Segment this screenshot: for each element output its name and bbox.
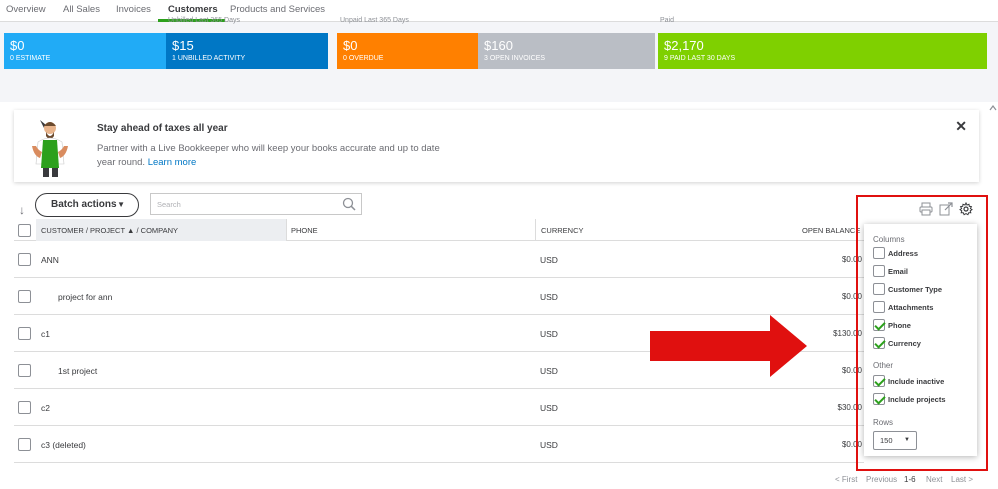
table-header: CUSTOMER / PROJECT ▲ / COMPANY PHONE CUR… bbox=[14, 219, 864, 241]
customer-name[interactable]: ANN bbox=[41, 255, 59, 265]
banner-title: Stay ahead of taxes all year bbox=[97, 123, 228, 134]
currency-cell: USD bbox=[540, 403, 558, 413]
tile-subtitle: 1 UNBILLED ACTIVITY bbox=[172, 55, 246, 62]
first-page-link[interactable]: < First bbox=[835, 475, 857, 484]
table-row[interactable]: ANN USD $0.00 bbox=[14, 241, 864, 278]
tile-amount: $0 bbox=[343, 38, 358, 53]
row-checkbox[interactable] bbox=[18, 253, 31, 266]
sort-arrow-icon[interactable]: ↓ bbox=[19, 203, 25, 217]
select-all-checkbox[interactable] bbox=[18, 224, 31, 237]
previous-page-link[interactable]: Previous bbox=[866, 475, 897, 484]
tile-amount: $0 bbox=[10, 38, 25, 53]
promo-banner: Stay ahead of taxes all year Partner wit… bbox=[14, 110, 979, 182]
table-row[interactable]: c3 (deleted) USD $0.00 bbox=[14, 426, 864, 463]
currency-cell: USD bbox=[540, 255, 558, 265]
tile-amount: $15 bbox=[172, 38, 194, 53]
tile-subtitle: 0 ESTIMATE bbox=[10, 55, 51, 62]
currency-cell: USD bbox=[540, 440, 558, 450]
tile-subtitle: 0 OVERDUE bbox=[343, 55, 384, 62]
sales-tabs: Overview All Sales Invoices Customers Pr… bbox=[0, 0, 998, 22]
tab-customers[interactable]: Customers bbox=[168, 4, 218, 15]
column-header-currency[interactable]: CURRENCY bbox=[541, 226, 584, 235]
customer-name[interactable]: c2 bbox=[41, 403, 50, 413]
row-checkbox[interactable] bbox=[18, 327, 31, 340]
customer-name[interactable]: c3 (deleted) bbox=[41, 440, 86, 450]
customer-name[interactable]: project for ann bbox=[58, 292, 112, 302]
red-highlight-box bbox=[856, 195, 988, 471]
tile-amount: $160 bbox=[484, 38, 513, 53]
search-input[interactable] bbox=[151, 194, 331, 215]
unbilled-label: Unbilled Last 365 Days bbox=[168, 17, 240, 24]
next-page-link[interactable]: Next bbox=[926, 475, 942, 484]
batch-actions-button[interactable]: Batch actions ▼ bbox=[35, 193, 139, 217]
currency-cell: USD bbox=[540, 329, 558, 339]
estimate-tile[interactable]: $0 0 ESTIMATE bbox=[4, 33, 166, 69]
batch-actions-label: Batch actions bbox=[51, 199, 117, 210]
table-row[interactable]: project for ann USD $0.00 bbox=[14, 278, 864, 315]
tab-products-services[interactable]: Products and Services bbox=[230, 4, 325, 15]
table-row[interactable]: c2 USD $30.00 bbox=[14, 389, 864, 426]
tile-subtitle: 3 OPEN INVOICES bbox=[484, 55, 546, 62]
overdue-tile[interactable]: $0 0 OVERDUE bbox=[337, 33, 478, 69]
customer-name[interactable]: 1st project bbox=[58, 366, 97, 376]
page-range: 1-6 bbox=[904, 475, 916, 484]
column-divider bbox=[535, 219, 536, 241]
last-page-link[interactable]: Last > bbox=[951, 475, 973, 484]
tile-subtitle: 9 PAID LAST 30 DAYS bbox=[664, 55, 736, 62]
column-divider bbox=[286, 219, 287, 241]
tab-invoices[interactable]: Invoices bbox=[116, 4, 151, 15]
search-box bbox=[150, 193, 362, 215]
unbilled-tile[interactable]: $15 1 UNBILLED ACTIVITY bbox=[166, 33, 328, 69]
open-invoices-tile[interactable]: $160 3 OPEN INVOICES bbox=[478, 33, 655, 69]
customer-name[interactable]: c1 bbox=[41, 329, 50, 339]
caret-down-icon: ▼ bbox=[117, 200, 125, 209]
tab-overview[interactable]: Overview bbox=[6, 4, 46, 15]
learn-more-link[interactable]: Learn more bbox=[148, 157, 197, 168]
row-checkbox[interactable] bbox=[18, 438, 31, 451]
scroll-up-icon[interactable] bbox=[988, 101, 998, 115]
close-icon[interactable]: ✕ bbox=[955, 118, 967, 135]
paid-tile[interactable]: $2,170 9 PAID LAST 30 DAYS bbox=[658, 33, 987, 69]
column-header-open-balance[interactable]: OPEN BALANCE bbox=[802, 226, 860, 235]
unpaid-label: Unpaid Last 365 Days bbox=[340, 17, 409, 24]
bookkeeper-illustration bbox=[32, 120, 68, 177]
row-checkbox[interactable] bbox=[18, 290, 31, 303]
search-icon[interactable] bbox=[342, 197, 356, 211]
currency-cell: USD bbox=[540, 366, 558, 376]
row-checkbox[interactable] bbox=[18, 401, 31, 414]
tab-all-sales[interactable]: All Sales bbox=[63, 4, 100, 15]
tile-amount: $2,170 bbox=[664, 38, 704, 53]
column-header-customer[interactable]: CUSTOMER / PROJECT ▲ / COMPANY bbox=[41, 226, 178, 235]
column-header-phone[interactable]: PHONE bbox=[291, 226, 318, 235]
red-arrow-annotation bbox=[650, 315, 807, 377]
row-checkbox[interactable] bbox=[18, 364, 31, 377]
currency-cell: USD bbox=[540, 292, 558, 302]
banner-body: Partner with a Live Bookkeeper who will … bbox=[97, 142, 447, 170]
paid-label: Paid bbox=[660, 17, 675, 24]
